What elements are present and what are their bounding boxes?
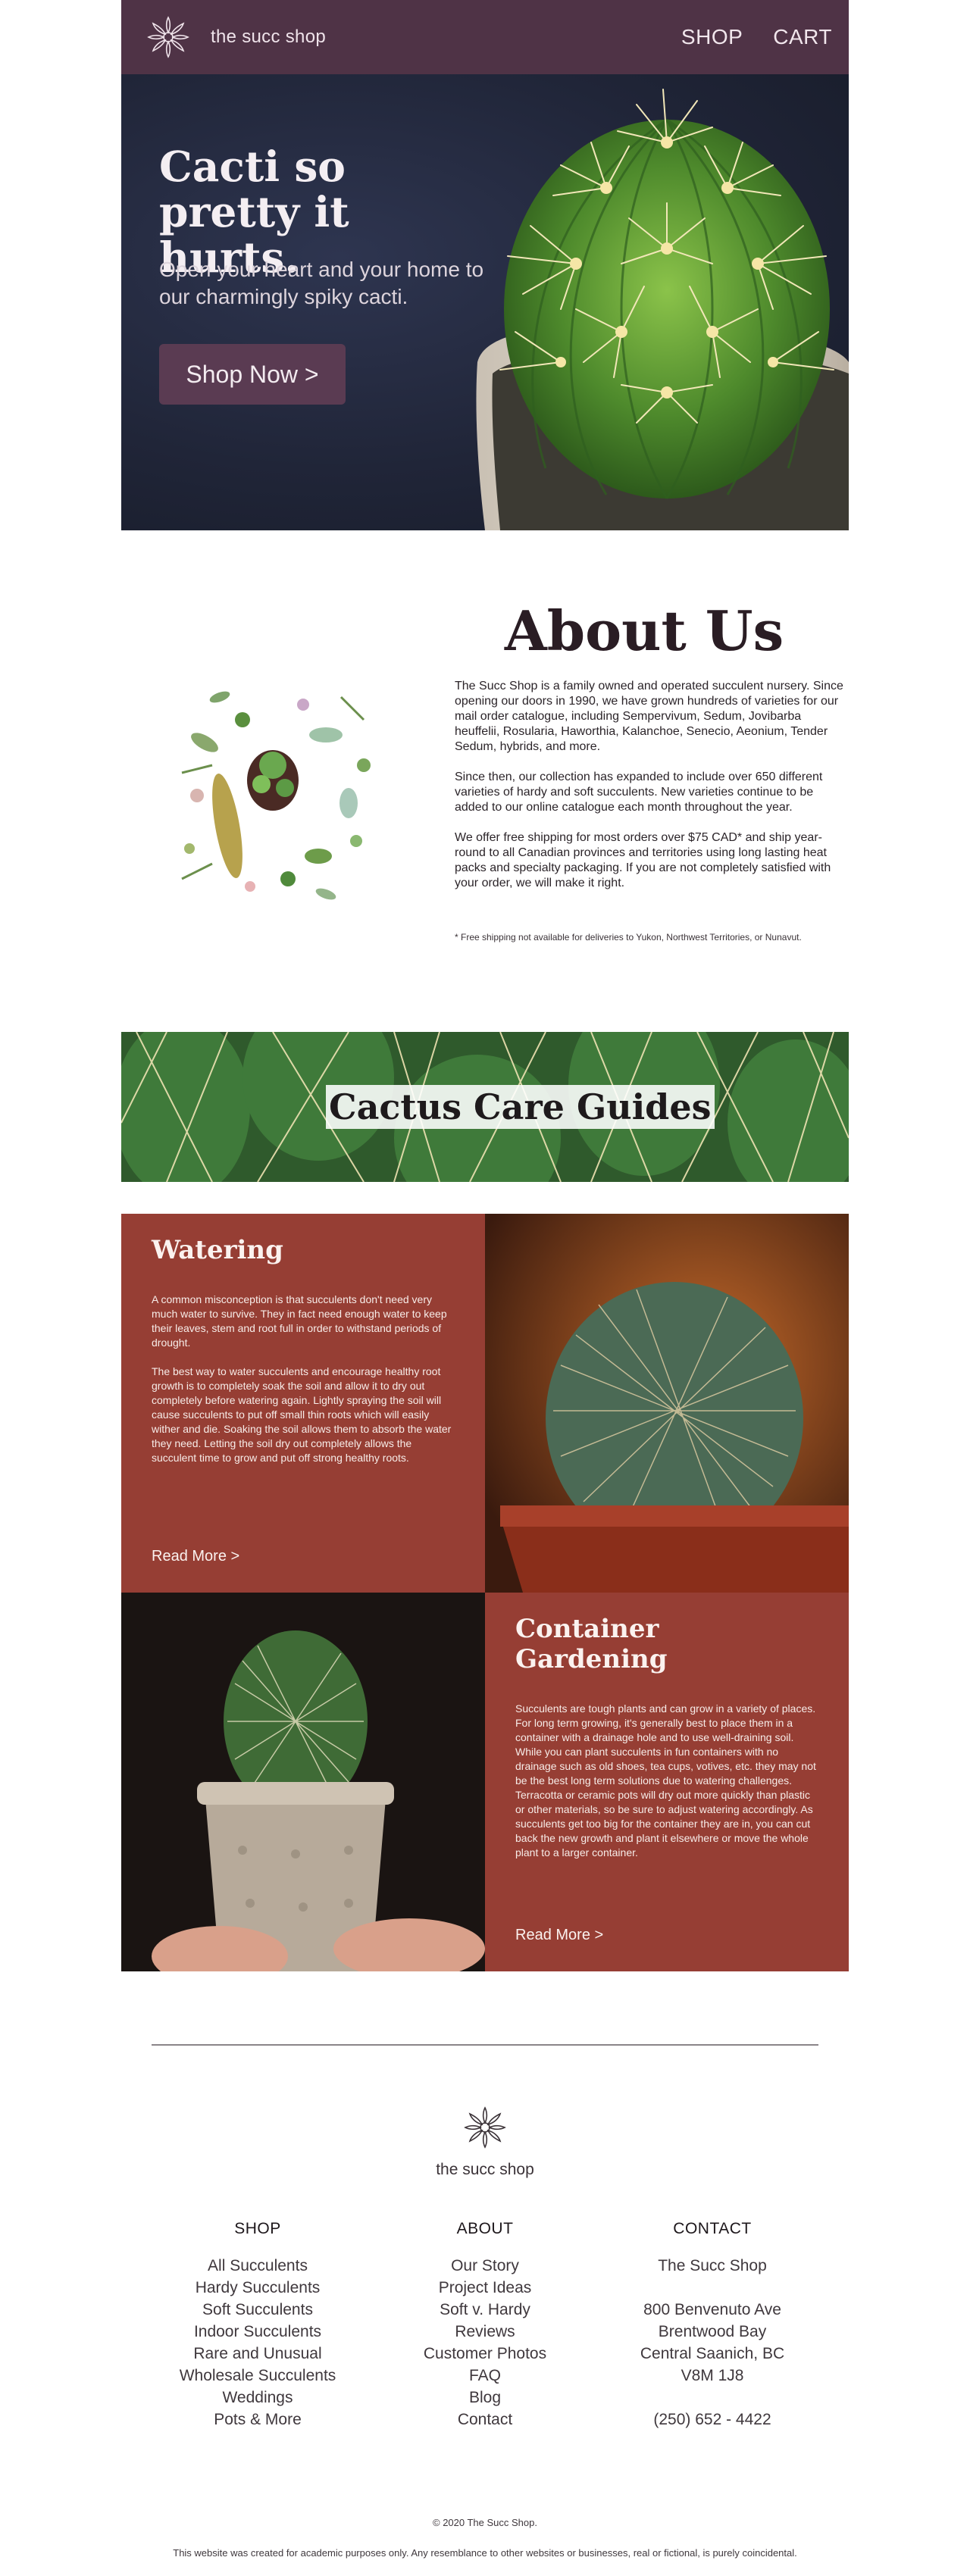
nav-shop-link[interactable]: SHOP bbox=[681, 25, 743, 49]
footer-about-link[interactable]: FAQ bbox=[371, 2365, 599, 2387]
container-gardening-body: Succulents are tough plants and can grow… bbox=[515, 1702, 818, 1860]
main-nav: SHOP CART bbox=[681, 25, 832, 49]
contact-address-line: Central Saanich, BC bbox=[640, 2345, 785, 2362]
footer-about-link[interactable]: Project Ideas bbox=[371, 2277, 599, 2299]
watering-body: A common misconception is that succulent… bbox=[152, 1293, 455, 1465]
site-footer: the succ shop SHOP All Succulents Hardy … bbox=[121, 1970, 849, 2576]
disclaimer-text: This website was created for academic pu… bbox=[173, 2547, 797, 2559]
hero-subtitle: Open your heart and your home to our cha… bbox=[159, 258, 484, 308]
footer-about-column: ABOUT Our Story Project Ideas Soft v. Ha… bbox=[371, 2220, 599, 2431]
watering-read-more-link[interactable]: Read More > bbox=[152, 1548, 239, 1565]
nav-cart-link[interactable]: CART bbox=[773, 25, 832, 49]
succulent-logo-icon[interactable] bbox=[455, 2097, 515, 2158]
site-header: the succ shop SHOP CART bbox=[121, 0, 849, 74]
care-guides-title: Cactus Care Guides bbox=[326, 1085, 715, 1129]
contact-address-line: V8M 1J8 bbox=[681, 2367, 744, 2384]
hero-section: Cacti so pretty it hurts. Open your hear… bbox=[121, 74, 849, 530]
contact-name: The Succ Shop bbox=[658, 2257, 767, 2274]
container-read-more-link[interactable]: Read More > bbox=[515, 1927, 603, 1944]
footer-shop-link[interactable]: Soft Succulents bbox=[144, 2299, 371, 2321]
footer-contact-heading: CONTACT bbox=[673, 2220, 752, 2237]
footer-about-link[interactable]: Blog bbox=[371, 2387, 599, 2409]
footer-divider bbox=[152, 2044, 818, 2046]
shipping-footnote: * Free shipping not available for delive… bbox=[455, 932, 802, 943]
footer-shop-link[interactable]: All Succulents bbox=[144, 2255, 371, 2277]
contact-address-line: Brentwood Bay bbox=[658, 2323, 767, 2340]
watering-photo bbox=[485, 1214, 849, 1593]
footer-contact-column: CONTACT The Succ Shop 800 Benvenuto Ave … bbox=[599, 2220, 826, 2431]
about-title: About Us bbox=[504, 599, 784, 663]
watering-paragraph: The best way to water succulents and enc… bbox=[152, 1365, 452, 1464]
contact-phone[interactable]: (250) 652 - 4422 bbox=[599, 2409, 826, 2431]
footer-shop-link[interactable]: Wholesale Succulents bbox=[144, 2365, 371, 2387]
footer-shop-link[interactable]: Weddings bbox=[144, 2387, 371, 2409]
footer-shop-column: SHOP All Succulents Hardy Succulents Sof… bbox=[144, 2220, 371, 2431]
shop-now-button[interactable]: Shop Now > bbox=[159, 344, 346, 405]
care-guides-banner: Cactus Care Guides bbox=[121, 1032, 849, 1182]
watering-paragraph: A common misconception is that succulent… bbox=[152, 1293, 447, 1349]
footer-shop-link[interactable]: Hardy Succulents bbox=[144, 2277, 371, 2299]
footer-shop-heading: SHOP bbox=[234, 2220, 281, 2237]
about-paragraph: The Succ Shop is a family owned and oper… bbox=[455, 680, 843, 753]
footer-brand[interactable]: the succ shop bbox=[371, 2161, 599, 2179]
succulent-logo-icon[interactable] bbox=[138, 7, 199, 67]
footer-about-link[interactable]: Contact bbox=[371, 2409, 599, 2431]
cactus-pot-photo bbox=[485, 1214, 849, 1593]
footer-about-link[interactable]: Our Story bbox=[371, 2255, 599, 2277]
footer-shop-link[interactable]: Rare and Unusual bbox=[144, 2343, 371, 2365]
footer-about-link[interactable]: Reviews bbox=[371, 2321, 599, 2343]
contact-address-line: 800 Benvenuto Ave bbox=[643, 2301, 781, 2318]
contact-spacer bbox=[599, 2387, 826, 2409]
footer-shop-link[interactable]: Pots & More bbox=[144, 2409, 371, 2431]
about-text: The Succ Shop is a family owned and oper… bbox=[455, 679, 849, 906]
about-paragraph: We offer free shipping for most orders o… bbox=[455, 831, 831, 889]
potted-cactus-hand-photo bbox=[121, 1593, 485, 1971]
care-guides-grid: Watering A common misconception is that … bbox=[121, 1214, 849, 1971]
footer-about-link[interactable]: Customer Photos bbox=[371, 2343, 599, 2365]
about-section: About Us The Succ Shop is a family owned… bbox=[121, 530, 849, 1030]
container-photo bbox=[121, 1593, 485, 1971]
contact-spacer bbox=[599, 2277, 826, 2299]
about-paragraph: Since then, our collection has expanded … bbox=[455, 771, 823, 814]
container-gardening-card: Container Gardening Succulents are tough… bbox=[485, 1593, 849, 1971]
watering-card: Watering A common misconception is that … bbox=[121, 1214, 485, 1593]
footer-shop-link[interactable]: Indoor Succulents bbox=[144, 2321, 371, 2343]
watering-title: Watering bbox=[152, 1235, 283, 1265]
footer-about-link[interactable]: Soft v. Hardy bbox=[371, 2299, 599, 2321]
brand-name[interactable]: the succ shop bbox=[211, 27, 326, 48]
copyright-text: © 2020 The Succ Shop. bbox=[433, 2517, 537, 2528]
container-gardening-title: Container Gardening bbox=[515, 1614, 668, 1674]
footer-about-heading: ABOUT bbox=[456, 2220, 514, 2237]
succulent-arrangement-image bbox=[139, 655, 406, 921]
container-gardening-paragraph: Succulents are tough plants and can grow… bbox=[515, 1702, 816, 1859]
